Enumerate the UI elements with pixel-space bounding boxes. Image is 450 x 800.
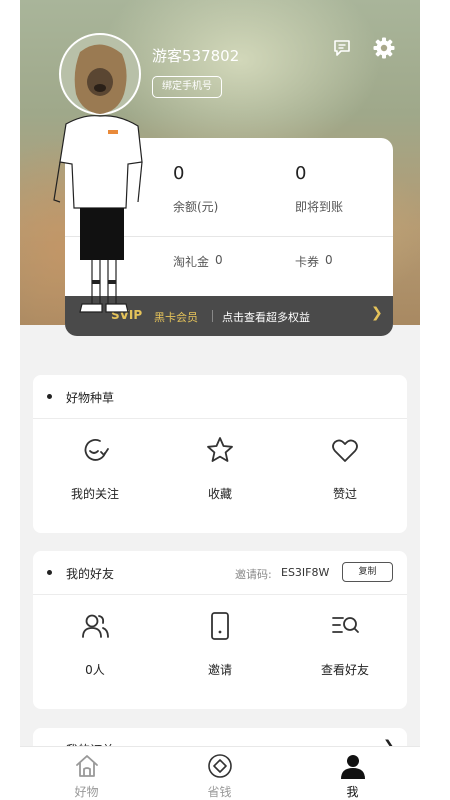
bind-phone-button[interactable]: 绑定手机号 [152,76,222,98]
favorites-label: 收藏 [207,487,232,501]
pending-value[interactable]: 0 [295,163,306,184]
copy-button[interactable]: 复制 [342,562,393,582]
invite-code-value: ES3IF8W [281,566,330,579]
tab-me[interactable]: 我 [286,747,419,800]
friends-count-label: 0人 [85,663,105,677]
black-card-label: 黑卡会员 [154,311,198,324]
svip-separator [212,310,213,322]
pending-label[interactable]: 即将到账 [295,198,343,215]
view-friends-label: 查看好友 [320,663,369,677]
friends-panel: 我的好友 邀请码: ES3IF8W 复制 0人 邀请 查看好友 [33,551,407,709]
phone-icon [211,612,229,640]
invite-code-label: 邀请码: [235,568,272,581]
home-icon [76,755,98,777]
diamond-icon [208,754,232,778]
invite-label: 邀请 [207,663,232,677]
star-icon [207,437,233,462]
goods-panel-title: 好物种草 [66,391,115,405]
chevron-right-icon: ❯ [371,305,383,321]
message-icon[interactable] [332,38,352,58]
follow-item[interactable]: 我的关注 [33,435,157,505]
gift-money-label[interactable]: 淘礼金 [173,253,209,270]
follow-label: 我的关注 [70,487,119,501]
friends-panel-title: 我的好友 [66,567,115,581]
follow-icon [84,439,109,461]
tab-goods-label: 好物 [74,785,99,799]
liked-label: 赞过 [332,487,357,501]
liked-item[interactable]: 赞过 [283,435,407,505]
balance-label[interactable]: 余额(元) [173,198,218,215]
settings-gear-icon[interactable] [372,36,396,60]
bullet-dot [47,570,52,575]
tab-goods[interactable]: 好物 [20,747,153,800]
app-screen: 游客537802 绑定手机号 0 余额(元) 0 即将到账 淘礼金 0 卡券 0… [20,0,420,800]
bullet-dot [47,394,52,399]
goods-panel: 好物种草 我的关注 收藏 赞过 [33,375,407,533]
heart-icon [332,439,358,462]
friends-panel-header: 我的好友 邀请码: ES3IF8W 复制 [33,551,407,595]
friends-count-item[interactable]: 0人 [33,611,157,681]
svip-description: 点击查看超多权益 [222,311,310,324]
username: 游客537802 [152,47,240,65]
bottom-tab-bar: 好物 省钱 我 [20,746,420,800]
balance-value[interactable]: 0 [173,163,184,184]
view-friends-item[interactable]: 查看好友 [283,611,407,681]
friends-icon [82,614,109,638]
search-list-icon [332,617,359,633]
goods-panel-header: 好物种草 [33,375,407,419]
tab-save-money-label: 省钱 [207,785,232,799]
gift-money-value[interactable]: 0 [215,253,223,267]
favorites-item[interactable]: 收藏 [158,435,282,505]
invite-item[interactable]: 邀请 [158,611,282,681]
tab-me-label: 我 [346,785,359,799]
tab-save-money[interactable]: 省钱 [153,747,286,800]
coupon-value[interactable]: 0 [325,253,333,267]
avatar-illustration [53,33,143,313]
coupon-label[interactable]: 卡券 [295,253,319,270]
person-icon [341,755,365,779]
